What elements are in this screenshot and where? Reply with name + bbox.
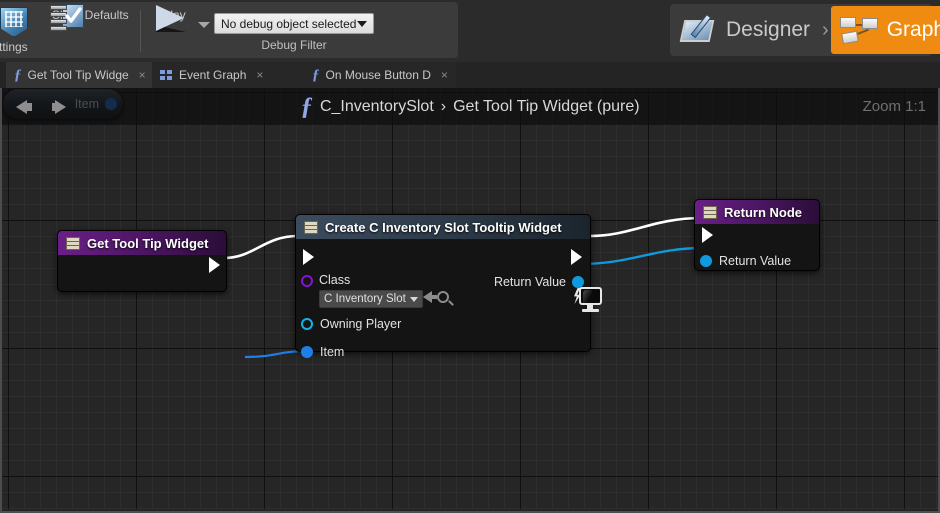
- toolbar-separator: [140, 10, 141, 52]
- function-icon: ƒ: [14, 66, 22, 83]
- pin-row-return-value: Return Value: [700, 254, 791, 268]
- node-get-tool-tip-widget[interactable]: Get Tool Tip Widget: [57, 230, 227, 292]
- watch-value-monitor-icon[interactable]: [572, 286, 604, 316]
- graph-nodes-icon: [839, 15, 881, 45]
- debug-object-value: No debug object selected: [221, 16, 357, 31]
- blueprint-graph-panel[interactable]: WIDGET BLUEPRINT Get Tool Tip Widget: [0, 88, 940, 513]
- debug-object-select[interactable]: No debug object selected: [214, 13, 374, 34]
- node-create-c-inventory-slot-tooltip-widget[interactable]: Create C Inventory Slot Tooltip Widget R…: [295, 214, 591, 359]
- tab-label: Get Tool Tip Widge: [27, 68, 129, 82]
- exec-out-pin[interactable]: [571, 249, 582, 265]
- node-header: Return Node: [695, 200, 819, 224]
- toolbar-play-button[interactable]: Play: [146, 2, 202, 58]
- node-title: Create C Inventory Slot Tooltip Widget: [325, 219, 562, 235]
- toolbar-settings-button[interactable]: ettings: [0, 2, 46, 58]
- graph-breadcrumb-bar: ƒ C_InventorySlot › Get Tool Tip Widget …: [2, 88, 938, 125]
- designer-canvas-icon: [679, 13, 720, 46]
- tab-event-graph[interactable]: Event Graph ×: [152, 62, 304, 88]
- use-selected-arrow-icon[interactable]: [423, 291, 437, 303]
- mode-button-graph[interactable]: Graph: [830, 6, 940, 54]
- arrow-right-icon[interactable]: [48, 94, 74, 120]
- tab-label: Event Graph: [179, 68, 247, 82]
- mode-graph-label: Graph: [886, 18, 940, 41]
- tab-get-tool-tip-widget[interactable]: ƒ Get Tool Tip Widge ×: [6, 62, 152, 88]
- pin-row-owning-player: Owning Player: [301, 317, 401, 331]
- tab-label: On Mouse Button D: [325, 68, 431, 82]
- mode-separator-chevron-right-icon: ›: [822, 18, 829, 41]
- class-select-value: C Inventory Slot: [324, 293, 406, 305]
- class-select-dropdown[interactable]: C Inventory Slot: [319, 290, 423, 308]
- function-italic-f-icon: ƒ: [300, 93, 313, 120]
- item-in-pin[interactable]: [301, 346, 313, 358]
- exec-in-pin[interactable]: [702, 227, 713, 243]
- graph-canvas[interactable]: WIDGET BLUEPRINT Get Tool Tip Widget: [2, 88, 938, 509]
- toolbar-button-strip: ettings Class Defaults: [0, 2, 458, 58]
- tab-close-icon[interactable]: ×: [441, 68, 448, 82]
- play-dropdown-chevron-down-icon[interactable]: [198, 22, 210, 28]
- pin-label-class: Class: [319, 273, 351, 287]
- node-title: Return Node: [724, 204, 802, 220]
- debug-filter-label: Debug Filter: [261, 38, 327, 52]
- editor-mode-switcher: Designer › Graph: [670, 4, 940, 56]
- pin-label-owning-player: Owning Player: [320, 317, 402, 331]
- play-triangle-icon: [152, 3, 196, 35]
- exec-out-pin[interactable]: [209, 257, 220, 273]
- class-defaults-icon: [46, 2, 86, 34]
- node-title: Get Tool Tip Widget: [87, 235, 209, 251]
- pin-label-item: Item: [320, 345, 345, 359]
- breadcrumb-separator: ›: [440, 97, 447, 115]
- zoom-level-label: Zoom 1:1: [862, 98, 926, 115]
- pin-row-return-value: Return Value: [494, 275, 584, 289]
- node-header: Get Tool Tip Widget: [58, 231, 226, 255]
- return-value-in-pin[interactable]: [700, 255, 712, 267]
- widget-node-icon: [703, 205, 717, 219]
- function-icon: ƒ: [312, 66, 320, 83]
- mode-designer-label: Designer: [726, 18, 811, 41]
- mode-button-designer[interactable]: Designer: [670, 4, 820, 56]
- pin-row-item: Item: [301, 345, 344, 359]
- class-in-pin[interactable]: [301, 275, 313, 287]
- breadcrumb-root[interactable]: C_InventorySlot: [320, 98, 434, 116]
- document-tab-bar: ƒ Get Tool Tip Widge × Event Graph × ƒ O…: [0, 62, 940, 88]
- tab-on-mouse-button-down[interactable]: ƒ On Mouse Button D ×: [304, 62, 456, 88]
- chevron-down-icon: [410, 296, 418, 302]
- owning-player-in-pin[interactable]: [301, 318, 313, 330]
- browse-magnifier-icon[interactable]: [437, 291, 449, 303]
- pin-label-return-value: Return Value: [493, 275, 566, 289]
- breadcrumb: ƒ C_InventorySlot › Get Tool Tip Widget …: [2, 88, 938, 125]
- toolbar-class-defaults-button[interactable]: Class Defaults: [46, 2, 134, 58]
- chevron-down-icon: [357, 20, 367, 27]
- node-return-node[interactable]: Return Node Return Value: [694, 199, 820, 271]
- widget-node-icon: [66, 236, 80, 250]
- widget-node-icon: [304, 220, 318, 234]
- tab-close-icon[interactable]: ×: [256, 68, 263, 82]
- node-header: Create C Inventory Slot Tooltip Widget: [296, 215, 590, 239]
- tab-close-icon[interactable]: ×: [139, 68, 146, 82]
- arrow-left-icon[interactable]: [12, 94, 38, 120]
- blueprint-editor-window: ettings Class Defaults: [0, 0, 940, 513]
- event-graph-icon: [160, 69, 173, 81]
- pin-row-class: Class C Inventory Slot: [301, 273, 449, 308]
- main-toolbar: ettings Class Defaults: [0, 0, 940, 62]
- toolbar-settings-label: ettings: [0, 40, 28, 54]
- exec-in-pin[interactable]: [303, 249, 314, 265]
- breadcrumb-current[interactable]: Get Tool Tip Widget (pure): [453, 98, 639, 116]
- pin-label-return-value: Return Value: [719, 254, 792, 268]
- settings-shield-icon: [0, 6, 28, 38]
